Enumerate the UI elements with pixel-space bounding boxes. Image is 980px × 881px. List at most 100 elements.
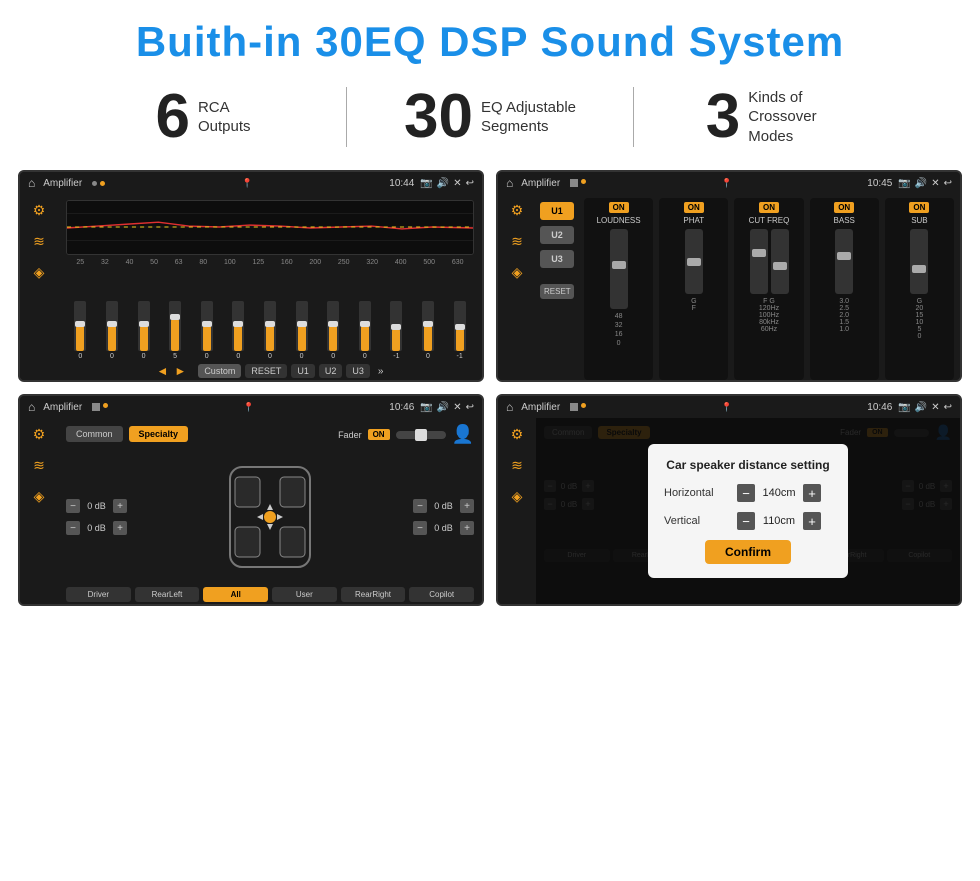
eq-wave-icon[interactable]: ≋ (33, 233, 45, 250)
eq-handle-6[interactable] (233, 321, 243, 327)
bass-slider[interactable] (835, 229, 853, 294)
vertical-plus[interactable]: + (803, 512, 821, 530)
eq-next-arrow[interactable]: ► (174, 364, 186, 378)
eq-filter-icon[interactable]: ⚙ (33, 202, 46, 219)
home-icon-2[interactable]: ⌂ (506, 176, 513, 190)
phat-slider[interactable] (685, 229, 703, 294)
cross-filter-icon[interactable]: ⚙ (511, 202, 524, 219)
rearleft-btn[interactable]: RearLeft (135, 587, 200, 602)
eq-u1-btn[interactable]: U1 (291, 364, 315, 378)
cutfreq-handle-1[interactable] (752, 249, 766, 257)
sub-slider[interactable] (910, 229, 928, 294)
eq-more-icon[interactable]: » (378, 366, 384, 377)
user-btn[interactable]: User (272, 587, 337, 602)
eq-fill-2 (108, 326, 116, 351)
cutfreq-freq-3: 80kHz (759, 319, 779, 326)
horizontal-plus[interactable]: + (803, 484, 821, 502)
eq-track-12[interactable] (422, 301, 434, 351)
eq-handle-3[interactable] (139, 321, 149, 327)
back-icon-3[interactable]: ↩ (466, 402, 474, 413)
eq-handle-10[interactable] (360, 321, 370, 327)
copilot-btn[interactable]: Copilot (409, 587, 474, 602)
eq-track-2[interactable] (106, 301, 118, 351)
eq-prev-arrow[interactable]: ◄ (157, 364, 169, 378)
eq-handle-8[interactable] (297, 321, 307, 327)
ctrl-plus-3[interactable]: + (460, 499, 474, 513)
eq-handle-11[interactable] (391, 324, 401, 330)
rearright-btn[interactable]: RearRight (341, 587, 406, 602)
cutfreq-slider-2[interactable] (771, 229, 789, 294)
fader-slider[interactable] (396, 431, 446, 439)
eq-track-5[interactable] (201, 301, 213, 351)
eq-handle-12[interactable] (423, 321, 433, 327)
sp-speaker-icon[interactable]: ◈ (34, 488, 45, 505)
cutfreq-handle-2[interactable] (773, 262, 787, 270)
eq-handle-4[interactable] (170, 314, 180, 320)
horizontal-minus[interactable]: − (737, 484, 755, 502)
ctrl-minus-3[interactable]: − (413, 499, 427, 513)
sp-filter-icon[interactable]: ⚙ (33, 426, 46, 443)
eq-custom-btn[interactable]: Custom (198, 364, 241, 378)
eq-u2-btn[interactable]: U2 (319, 364, 343, 378)
back-icon-4[interactable]: ↩ (944, 402, 952, 413)
ctrl-minus-1[interactable]: − (66, 499, 80, 513)
confirm-button[interactable]: Confirm (705, 540, 791, 564)
eq-handle-13[interactable] (455, 324, 465, 330)
home-icon-4[interactable]: ⌂ (506, 400, 513, 414)
loudness-handle[interactable] (612, 261, 626, 269)
back-icon-2[interactable]: ↩ (944, 178, 952, 189)
loudness-slider[interactable] (610, 229, 628, 309)
stat-rca-label: RCAOutputs (198, 98, 251, 137)
cross-speaker-icon[interactable]: ◈ (512, 264, 523, 281)
eq-track-10[interactable] (359, 301, 371, 351)
eq-track-11[interactable] (390, 301, 402, 351)
eq-track-3[interactable] (138, 301, 150, 351)
u1-btn[interactable]: U1 (540, 202, 574, 220)
u3-btn[interactable]: U3 (540, 250, 574, 268)
cross-wave-icon[interactable]: ≋ (511, 233, 523, 250)
vertical-minus[interactable]: − (737, 512, 755, 530)
eq-u3-btn[interactable]: U3 (346, 364, 370, 378)
all-btn[interactable]: All (203, 587, 268, 602)
dist-wave-icon[interactable]: ≋ (511, 457, 523, 474)
person-icon[interactable]: 👤 (452, 424, 474, 445)
bass-handle[interactable] (837, 252, 851, 260)
eq-handle-2[interactable] (107, 321, 117, 327)
ctrl-minus-2[interactable]: − (66, 521, 80, 535)
eq-handle-7[interactable] (265, 321, 275, 327)
home-icon-3[interactable]: ⌂ (28, 400, 35, 414)
ctrl-minus-4[interactable]: − (413, 521, 427, 535)
sp-wave-icon[interactable]: ≋ (33, 457, 45, 474)
speaker-bottom-btns: Driver RearLeft All User RearRight Copil… (66, 587, 474, 602)
cutfreq-slider-1[interactable] (750, 229, 768, 294)
eq-handle-9[interactable] (328, 321, 338, 327)
eq-val-4: 5 (173, 353, 177, 360)
common-tab[interactable]: Common (66, 426, 123, 442)
dist-speaker-icon[interactable]: ◈ (512, 488, 523, 505)
eq-track-13[interactable] (454, 301, 466, 351)
eq-reset-btn[interactable]: RESET (245, 364, 287, 378)
eq-track-1[interactable] (74, 301, 86, 351)
driver-btn[interactable]: Driver (66, 587, 131, 602)
ctrl-plus-4[interactable]: + (460, 521, 474, 535)
eq-track-8[interactable] (296, 301, 308, 351)
home-icon[interactable]: ⌂ (28, 176, 35, 190)
cross-reset-btn[interactable]: RESET (540, 284, 574, 299)
sub-handle[interactable] (912, 265, 926, 273)
dist-filter-icon[interactable]: ⚙ (511, 426, 524, 443)
fader-thumb[interactable] (415, 429, 427, 441)
eq-track-6[interactable] (232, 301, 244, 351)
u2-btn[interactable]: U2 (540, 226, 574, 244)
eq-track-4[interactable] (169, 301, 181, 351)
eq-handle-1[interactable] (75, 321, 85, 327)
eq-handle-5[interactable] (202, 321, 212, 327)
specialty-tab[interactable]: Specialty (129, 426, 189, 442)
eq-track-9[interactable] (327, 301, 339, 351)
ctrl-plus-2[interactable]: + (113, 521, 127, 535)
ctrl-plus-1[interactable]: + (113, 499, 127, 513)
back-icon[interactable]: ↩ (466, 178, 474, 189)
eq-track-7[interactable] (264, 301, 276, 351)
vertical-ctrl: − 110cm + (737, 512, 821, 530)
phat-handle[interactable] (687, 258, 701, 266)
eq-speaker-icon[interactable]: ◈ (34, 264, 45, 281)
